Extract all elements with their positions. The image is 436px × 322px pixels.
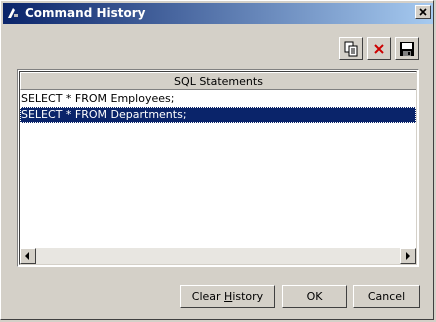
copy-icon (344, 41, 358, 57)
command-history-dialog: Command History SQL Statements SELECT * … (0, 0, 434, 320)
app-icon (8, 8, 18, 18)
close-icon (419, 8, 427, 16)
ok-button[interactable]: OK (282, 285, 347, 308)
cancel-button[interactable]: Cancel (353, 285, 420, 308)
clear-history-button[interactable]: Clear History (180, 285, 275, 308)
delete-button[interactable] (367, 37, 391, 60)
scroll-right-button[interactable] (400, 248, 416, 264)
list-item-selected[interactable]: SELECT * FROM Departments; (20, 107, 416, 123)
arrow-left-icon (25, 252, 29, 260)
save-icon (400, 42, 414, 56)
copy-button[interactable] (339, 37, 363, 60)
arrow-right-icon (406, 252, 410, 260)
clear-history-label-post: istory (232, 290, 264, 303)
window-title: Command History (25, 6, 146, 20)
list-item[interactable]: SELECT * FROM Employees; (20, 91, 416, 107)
clear-history-label-pre: Clear (191, 290, 225, 303)
scroll-left-button[interactable] (20, 248, 36, 264)
column-header-sql-statements[interactable]: SQL Statements (20, 72, 416, 90)
close-button[interactable] (415, 5, 431, 19)
sql-statements-list[interactable]: SQL Statements SELECT * FROM Employees; … (17, 69, 419, 267)
save-button[interactable] (395, 37, 419, 60)
horizontal-scrollbar[interactable] (20, 248, 416, 264)
title-bar[interactable]: Command History (3, 3, 433, 24)
delete-icon (374, 44, 384, 54)
